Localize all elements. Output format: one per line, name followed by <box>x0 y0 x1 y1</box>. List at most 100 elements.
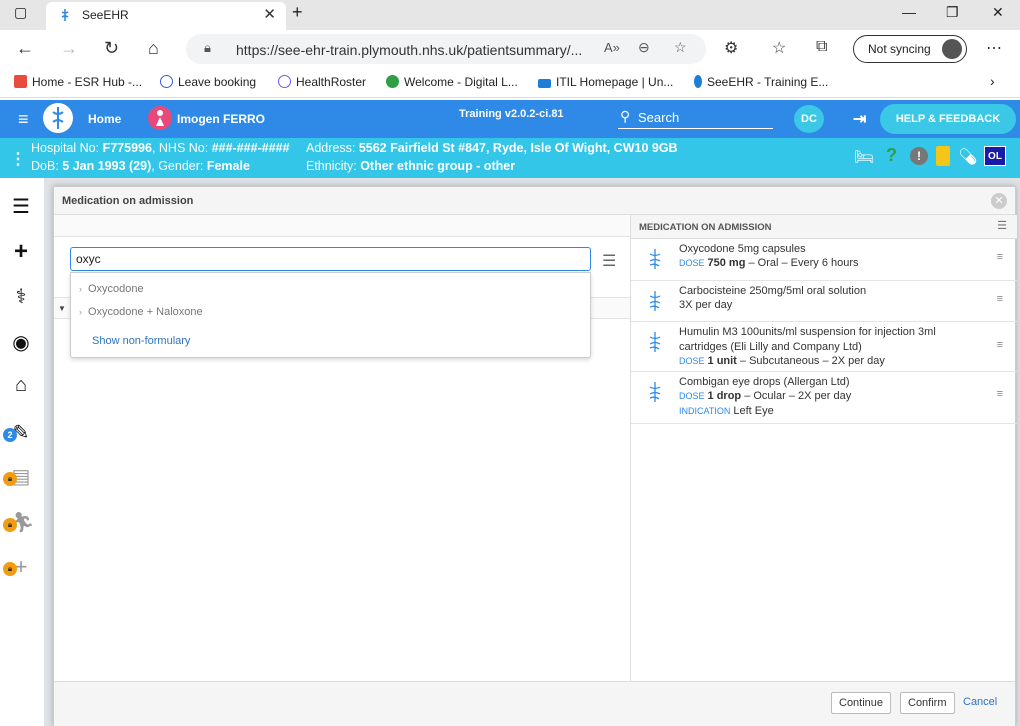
list-icon[interactable]: ☰ <box>9 194 33 218</box>
bookmark-item[interactable]: SeeEHR - Training E... <box>694 75 828 89</box>
medication-dose: DOSE 750 mg – Oral – Every 6 hours <box>679 257 859 269</box>
patient-ids: Hospital No: F775996, NHS No: ###-###-##… <box>31 141 290 155</box>
bed-icon[interactable]: 🛏︎ <box>854 147 874 167</box>
modal-footer: Continue Confirm Cancel <box>54 681 1015 726</box>
patient-banner: ⋮ Hospital No: F775996, NHS No: ###-###-… <box>0 138 1020 178</box>
medication-name: Combigan eye drops (Allergan Ltd) <box>679 376 850 388</box>
add-icon[interactable]: + <box>9 238 33 265</box>
seeehr-favicon-icon <box>61 9 69 21</box>
medication-item[interactable]: Oxycodone 5mg capsules DOSE 750 mg – Oral… <box>631 239 1017 281</box>
camera-icon[interactable]: ◉ <box>9 330 33 354</box>
pill-icon[interactable]: 💊︎ <box>958 147 978 167</box>
ol-badge[interactable]: OL <box>984 146 1006 166</box>
modal-close-icon[interactable]: ✕ <box>991 193 1007 209</box>
patient-dob-gender: DoB: 5 Jan 1993 (29), Gender: Female <box>31 159 250 173</box>
caduceus-icon <box>649 249 661 269</box>
caduceus-icon <box>649 382 661 402</box>
new-tab-icon[interactable]: + <box>292 2 303 23</box>
search-label: Search <box>638 110 680 125</box>
caduceus-icon <box>649 291 661 311</box>
medication-item[interactable]: Combigan eye drops (Allergan Ltd) DOSE 1 … <box>631 372 1017 424</box>
confirm-button[interactable]: Confirm <box>900 692 955 714</box>
medication-frequency: 3X per day <box>679 299 733 311</box>
home-nav-link[interactable]: Home <box>88 112 121 126</box>
suggestion-item[interactable]: › Oxycodone <box>79 283 144 295</box>
read-aloud-icon[interactable]: A» <box>604 40 620 55</box>
lock-icon: 🔒︎ <box>3 518 17 532</box>
bookmark-item[interactable]: ITIL Homepage | Un... <box>538 75 673 89</box>
bookmark-item[interactable]: Welcome - Digital L... <box>386 75 518 89</box>
clipboard-icon[interactable] <box>936 146 950 166</box>
help-feedback-button[interactable]: HELP & FEEDBACK <box>880 104 1016 134</box>
item-menu-icon[interactable]: ≡ <box>997 251 1003 263</box>
medication-name: Carbocisteine 250mg/5ml oral solution <box>679 285 867 297</box>
hamburger-menu-icon[interactable]: ≡ <box>18 109 29 130</box>
stethoscope-icon[interactable]: ⚕ <box>9 284 33 308</box>
app-search[interactable]: ⚲ Search <box>618 105 773 129</box>
more-menu-icon[interactable]: ⋯ <box>986 38 1002 58</box>
continue-button[interactable]: Continue <box>831 692 892 714</box>
bookmark-item[interactable]: HealthRoster <box>278 75 366 89</box>
refresh-icon[interactable]: ↻ <box>104 38 119 59</box>
address-bar[interactable]: 🔒︎ https://see-ehr-train.plymouth.nhs.uk… <box>186 34 706 64</box>
admission-list-title: MEDICATION ON ADMISSION <box>639 222 772 233</box>
patient-name[interactable]: Imogen FERRO <box>177 112 265 126</box>
suggestion-dropdown: › Oxycodone › Oxycodone + Naloxone Show no… <box>70 272 591 358</box>
modal-title: Medication on admission <box>62 195 194 207</box>
tab-actions-icon[interactable]: ▢ <box>14 4 27 21</box>
user-avatar[interactable]: DC <box>794 105 824 133</box>
logout-icon[interactable]: ⇥ <box>853 109 866 129</box>
search-pane: ☰ ▼ ›Oxycodone ›Oxycodone + Naloxone Sho… <box>54 215 630 681</box>
extensions-icon[interactable]: ⚙ <box>724 38 738 58</box>
item-menu-icon[interactable]: ≡ <box>997 388 1003 400</box>
home-icon[interactable]: ⌂ <box>148 38 159 59</box>
forward-icon[interactable]: → <box>60 38 78 59</box>
favorite-add-icon[interactable]: ☆ <box>674 39 687 56</box>
minimize-icon[interactable]: — <box>902 4 916 20</box>
restore-icon[interactable]: ❐ <box>946 4 959 21</box>
medication-item[interactable]: Carbocisteine 250mg/5ml oral solution 3X… <box>631 281 1017 322</box>
favorites-icon[interactable]: ☆ <box>772 38 786 58</box>
bookmarks-overflow-icon[interactable]: › <box>990 73 995 89</box>
chevron-right-icon: › <box>79 284 82 294</box>
search-icon: ⚲ <box>620 108 631 124</box>
notes-count-badge: 2 <box>3 428 17 442</box>
bookmark-favicon-icon <box>278 75 291 88</box>
browser-tab[interactable]: SeeEHR ✕ <box>46 2 286 30</box>
alert-icon[interactable]: ! <box>910 147 928 165</box>
medication-item[interactable]: Humulin M3 100units/ml suspension for in… <box>631 322 1017 372</box>
suggestion-item[interactable]: › Oxycodone + Naloxone <box>79 306 203 318</box>
url-text: https://see-ehr-train.plymouth.nhs.uk/pa… <box>236 42 583 58</box>
back-icon[interactable]: ← <box>16 38 34 59</box>
sync-label: Not syncing <box>868 42 931 56</box>
item-menu-icon[interactable]: ≡ <box>997 293 1003 305</box>
medication-dose: DOSE 1 unit – Subcutaneous – 2X per day <box>679 355 885 367</box>
window-close-icon[interactable]: ✕ <box>992 4 1004 21</box>
cancel-link[interactable]: Cancel <box>963 696 997 708</box>
zoom-icon[interactable]: ⊖ <box>638 39 650 56</box>
medication-search-input[interactable] <box>70 247 591 271</box>
bookmarks-bar: Home - ESR Hub -... Leave booking Health… <box>0 68 1020 98</box>
profile-avatar <box>942 39 962 59</box>
caret-down-icon[interactable]: ▼ <box>58 304 66 313</box>
show-non-formulary-link[interactable]: Show non-formulary <box>92 335 190 347</box>
app-header: ≡ Home Imogen FERRO Training v2.0.2-ci.8… <box>0 100 1020 138</box>
modal-title-bar: Medication on admission ✕ <box>54 187 1015 215</box>
bookmark-item[interactable]: Home - ESR Hub -... <box>14 75 142 89</box>
bookmark-item[interactable]: Leave booking <box>160 75 256 89</box>
list-menu-icon[interactable]: ☰ <box>997 219 1007 232</box>
question-icon[interactable]: ? <box>886 145 897 166</box>
medication-indication: INDICATION Left Eye <box>679 405 774 417</box>
options-menu-icon[interactable]: ☰ <box>602 251 616 271</box>
banner-menu-icon[interactable]: ⋮ <box>10 149 26 169</box>
female-patient-icon <box>148 106 172 130</box>
medication-dose: DOSE 1 drop – Ocular – 2X per day <box>679 390 852 402</box>
item-menu-icon[interactable]: ≡ <box>997 339 1003 351</box>
tab-close-icon[interactable]: ✕ <box>263 5 276 23</box>
collections-icon[interactable]: ⧉ <box>816 38 827 56</box>
caduceus-icon <box>649 332 661 352</box>
house-medical-icon[interactable]: ⌂ <box>9 374 33 398</box>
app-version: Training v2.0.2-ci.81 <box>459 108 564 120</box>
app-logo-icon[interactable] <box>43 103 73 133</box>
sync-button[interactable]: Not syncing <box>853 35 967 63</box>
